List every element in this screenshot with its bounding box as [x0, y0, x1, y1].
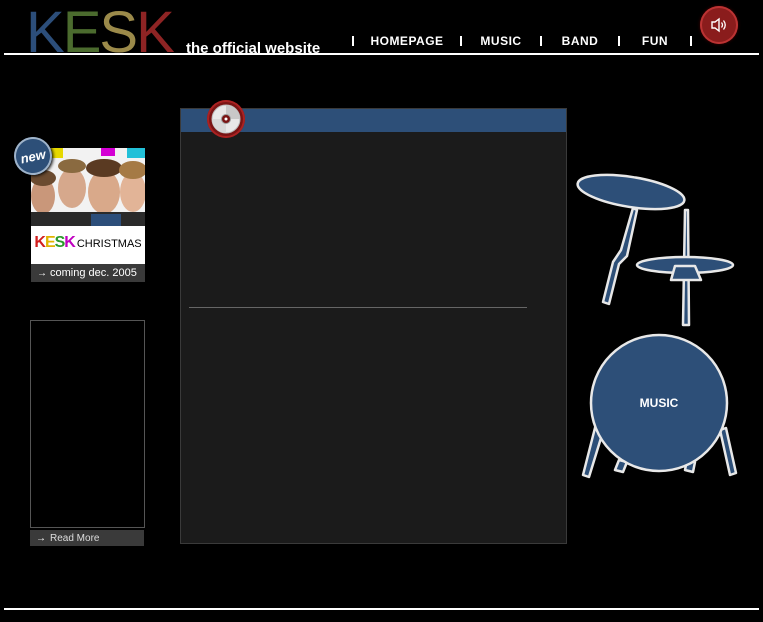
promo-caption: coming dec. 2005: [50, 267, 137, 279]
nav-separator: [690, 36, 692, 46]
drum-kit-icon[interactable]: [575, 170, 745, 485]
footer-divider: [4, 608, 759, 610]
main-nav: HOMEPAGE MUSIC BAND FUN: [352, 33, 692, 49]
promo-caption-link[interactable]: → coming dec. 2005: [31, 264, 145, 282]
new-badge-label: new: [19, 146, 47, 166]
nav-item-band[interactable]: BAND: [542, 34, 618, 48]
drum-music-label[interactable]: MUSIC: [575, 396, 743, 410]
promo-title-letter: S: [54, 234, 66, 251]
nav-item-music[interactable]: MUSIC: [462, 34, 540, 48]
read-more-label: Read More: [50, 532, 100, 544]
news-panel: [30, 320, 145, 528]
header-divider: [4, 53, 759, 55]
cd-icon: [207, 100, 245, 138]
nav-item-fun[interactable]: FUN: [620, 34, 690, 48]
speaker-icon: [711, 17, 726, 33]
content-divider: [189, 307, 527, 308]
promo-title-letter: K: [64, 234, 76, 251]
nav-item-homepage[interactable]: HOMEPAGE: [354, 34, 460, 48]
read-more-link[interactable]: → Read More: [30, 530, 144, 546]
promo-title-letter: K: [34, 234, 46, 251]
promo-title: KESK CHRISTMAS: [31, 234, 145, 252]
arrow-right-icon: →: [36, 532, 46, 544]
content-panel: [180, 108, 567, 544]
sound-toggle-button[interactable]: [700, 6, 738, 44]
cd-disc-icon: [211, 104, 241, 134]
promo-title-text: CHRISTMAS: [76, 238, 142, 250]
arrow-right-icon: →: [37, 267, 47, 279]
promo-title-letter: E: [44, 234, 56, 251]
